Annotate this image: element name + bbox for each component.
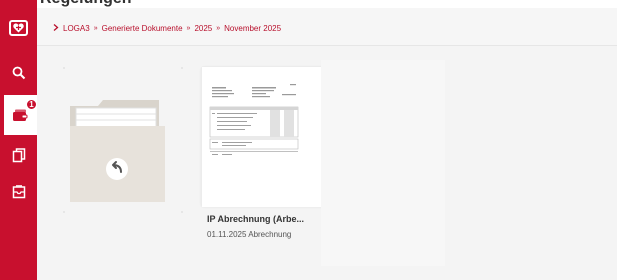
breadcrumb-item-generierte-dokumente[interactable]: Generierte Dokumente <box>102 24 183 33</box>
cut-off-title: Regelungen <box>40 0 132 8</box>
breadcrumb-separator: » <box>216 25 221 32</box>
breadcrumb: LOGA3 » Generierte Dokumente » 2025 » No… <box>53 24 281 33</box>
header-bar: LOGA3 » Generierte Dokumente » 2025 » No… <box>37 8 617 46</box>
inbox-icon <box>12 185 25 199</box>
wallet-icon <box>13 109 28 121</box>
sidebar-item-documents[interactable]: 1 <box>4 95 37 135</box>
sidebar-item-search[interactable] <box>0 53 37 93</box>
heart-logo-icon[interactable] <box>9 20 28 36</box>
documents-icon <box>12 147 25 162</box>
document-tile[interactable] <box>201 66 326 207</box>
document-subtitle: 01.11.2025 Abrechnung <box>207 230 292 239</box>
breadcrumb-separator: » <box>93 25 98 32</box>
breadcrumb-chevron-icon <box>53 24 59 33</box>
breadcrumb-item-month[interactable]: November 2025 <box>224 24 281 33</box>
sidebar-item-inbox[interactable] <box>0 172 37 212</box>
heart-shape <box>13 23 24 33</box>
app-window: Regelungen 1 <box>0 0 617 280</box>
notification-badge: 1 <box>26 99 37 110</box>
breadcrumb-item-year[interactable]: 2025 <box>194 24 212 33</box>
empty-tile-placeholder <box>321 60 445 266</box>
top-title-strip: Regelungen <box>0 0 617 8</box>
document-title[interactable]: IP Abrechnung (Arbe... <box>207 214 304 224</box>
back-folder-tile[interactable] <box>61 66 185 264</box>
breadcrumb-separator: » <box>186 25 191 32</box>
document-thumbnail <box>202 67 326 207</box>
breadcrumb-item-loga3[interactable]: LOGA3 <box>63 24 90 33</box>
document-grid <box>37 46 617 280</box>
sidebar-item-copy[interactable] <box>0 135 37 175</box>
search-icon <box>12 66 25 80</box>
sidebar: 1 <box>0 0 37 280</box>
folder-icon <box>63 67 183 213</box>
